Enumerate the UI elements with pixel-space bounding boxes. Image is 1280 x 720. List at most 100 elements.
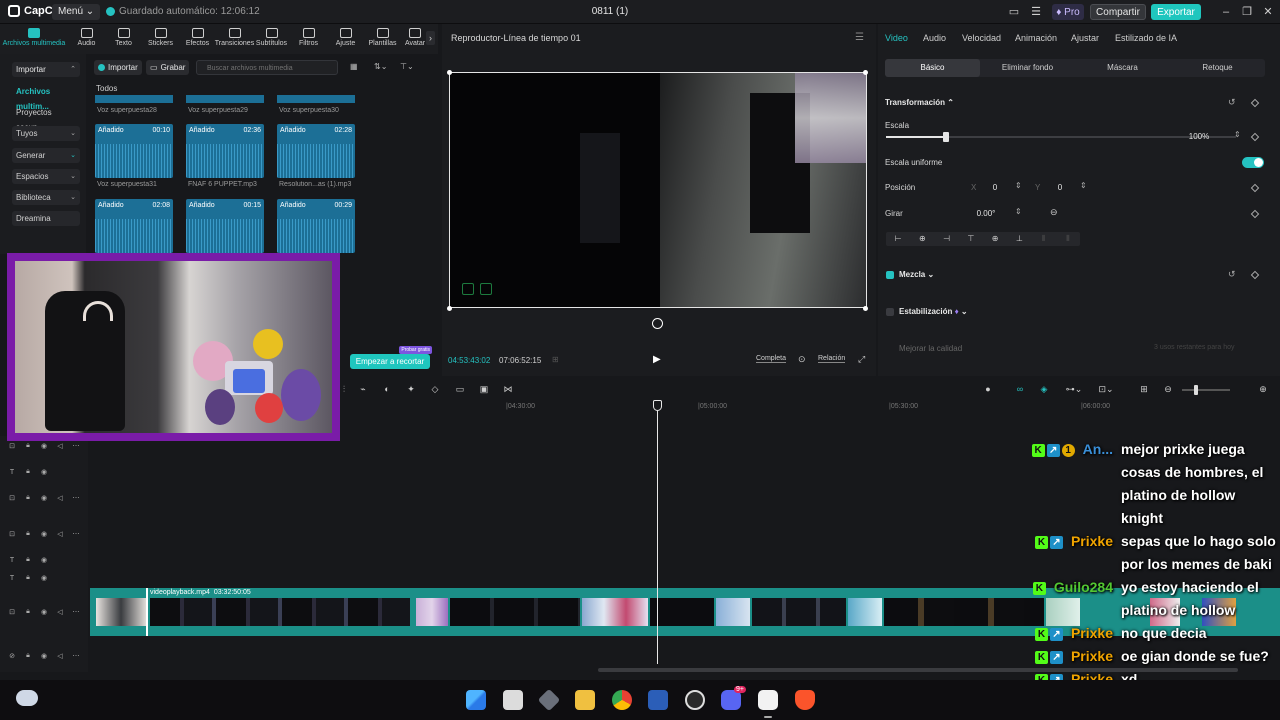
word-icon[interactable] [648,690,668,710]
link-icon[interactable]: ∞ [1014,384,1026,395]
tab-audio[interactable]: Audio [923,33,946,43]
discord-icon[interactable] [721,690,741,710]
playhead-handle[interactable] [653,400,662,411]
menu-button[interactable]: Menú ⌄ [52,4,101,20]
distribute-v-icon[interactable]: ⫴ [1056,232,1080,246]
keyframe-icon[interactable] [1250,209,1260,219]
timeline-scrollbar[interactable] [598,668,1238,672]
close-icon[interactable]: ✕ [1260,4,1276,20]
tab-subtitles[interactable]: Subtítulos [253,24,290,54]
stabilize-checkbox[interactable] [886,308,894,316]
tab-effects[interactable]: Efectos [179,24,216,54]
windows-start-icon[interactable] [466,690,486,710]
freeze-icon[interactable]: ◐ [381,384,393,395]
speaker-icon[interactable]: ◁ [56,442,64,450]
lock-icon[interactable]: 🔒︎ [24,608,32,616]
all-filter-label[interactable]: Todos [96,84,117,93]
align-right-icon[interactable]: ⊣ [935,232,959,246]
reset-icon[interactable]: ↺ [1228,97,1236,108]
resize-handle[interactable] [863,70,868,75]
tab-speed[interactable]: Velocidad [962,33,1001,43]
sidebar-item-local[interactable]: Archivos multim... [12,84,80,111]
lock-icon[interactable]: 🔒︎ [24,442,32,450]
position-x-input[interactable]: 0 [983,181,1007,194]
improve-quality-label[interactable]: Mejorar la calidad [899,344,962,353]
sidebar-item-secondary[interactable]: Proyectos secun... [12,105,80,132]
subtab-retouch[interactable]: Retoque [1170,59,1265,77]
media-clip[interactable]: Añadido 02:08 [95,199,173,253]
media-clip[interactable] [95,95,173,103]
menu-icon[interactable]: ☰ [855,32,864,43]
media-clip[interactable]: Añadido 02:36 [186,124,264,178]
tab-avatar[interactable]: Avatar [401,24,429,54]
tab-filters[interactable]: Filtros [290,24,327,54]
keyframe-icon[interactable] [1250,270,1260,280]
fit-screen-icon[interactable]: ⊙ [798,354,806,365]
speaker-icon[interactable]: ◁ [56,652,64,660]
resize-handle[interactable] [447,306,452,311]
lock-icon[interactable]: 🔒︎ [24,652,32,660]
import-button[interactable]: Importar [94,60,142,75]
chrome-icon[interactable] [612,690,632,710]
rotate-input[interactable]: 0.00° [966,207,1006,220]
lock-icon[interactable]: 🔒︎ [24,574,32,582]
tools-scroll-right-icon[interactable]: › [426,31,435,45]
delete-icon[interactable]: ⌁ [357,384,369,395]
video-preview[interactable] [449,72,867,308]
rotate-handle-icon[interactable] [652,318,663,329]
tab-video[interactable]: Video [885,33,908,43]
full-quality-button[interactable]: Completa [756,355,786,363]
speaker-icon[interactable]: ◁ [56,494,64,502]
zoom-out-icon[interactable]: ⊖ [1162,384,1174,395]
microphone-icon[interactable]: ● [982,384,994,395]
clip-trim-handle[interactable] [146,588,148,636]
subtab-mask[interactable]: Máscara [1075,59,1170,77]
media-clip[interactable] [186,95,264,103]
scale-value[interactable]: 100% [1184,130,1214,143]
more-icon[interactable]: ⋯ [72,494,80,502]
tab-adjust[interactable]: Ajustar [1071,33,1099,43]
eye-icon[interactable]: ◉ [40,442,48,450]
mirror-icon[interactable]: ✦ [405,384,417,395]
settings-icon[interactable]: ☰ [1028,4,1044,20]
more-icon[interactable]: ⋯ [72,442,80,450]
project-title[interactable]: 0811 (1) [580,6,640,17]
lock-icon[interactable]: 🔒︎ [24,556,32,564]
grid-view-icon[interactable]: ▦ [350,62,364,72]
maximize-icon[interactable]: ❐ [1239,4,1255,20]
media-clip[interactable]: Añadido 00:15 [186,199,264,253]
eye-icon[interactable]: ◉ [40,530,48,538]
tab-text[interactable]: Texto [105,24,142,54]
more-icon[interactable]: ⋯ [72,530,80,538]
resize-handle[interactable] [863,306,868,311]
resize-handle[interactable] [447,70,452,75]
stepper-icon[interactable]: ⇕ [1015,181,1022,190]
speaker-icon[interactable]: ◁ [56,608,64,616]
sidebar-item-biblioteca[interactable]: Biblioteca ⌄ [12,190,80,205]
reverse-icon[interactable]: ▭ [454,384,466,395]
tab-ai-style[interactable]: Estilizado de IA [1115,33,1177,43]
media-replace-icon[interactable]: ▣ [478,384,490,395]
brave-icon[interactable] [795,690,815,710]
keyframe-icon[interactable] [1250,183,1260,193]
tab-transitions[interactable]: Transiciones [215,24,254,54]
media-clip[interactable] [277,95,355,103]
play-icon[interactable]: ▶ [653,354,661,365]
stepper-icon[interactable]: ⇕ [1080,181,1087,190]
fullscreen-icon[interactable]: ⤢ [858,354,865,365]
app-icon[interactable] [537,688,561,712]
capcut-icon[interactable] [758,690,778,710]
tab-media[interactable]: Archivos multimedia [0,24,68,54]
align-center-h-icon[interactable]: ⊕ [910,232,934,246]
tab-animation[interactable]: Animación [1015,33,1057,43]
sidebar-item-generar[interactable]: Generar ⌄ [12,148,80,163]
tab-stickers[interactable]: Stickers [142,24,179,54]
tab-audio[interactable]: Audio [68,24,105,54]
weather-icon[interactable] [16,690,38,706]
record-button[interactable]: ▭ Grabar [146,60,190,75]
timeline-mode-icon[interactable]: ⊞ [552,355,559,364]
share-button[interactable]: Compartir [1090,4,1146,20]
more-icon[interactable]: ⋯ [72,608,80,616]
media-clip[interactable]: Añadido 00:29 [277,199,355,253]
tab-adjust[interactable]: Ajuste [327,24,364,54]
